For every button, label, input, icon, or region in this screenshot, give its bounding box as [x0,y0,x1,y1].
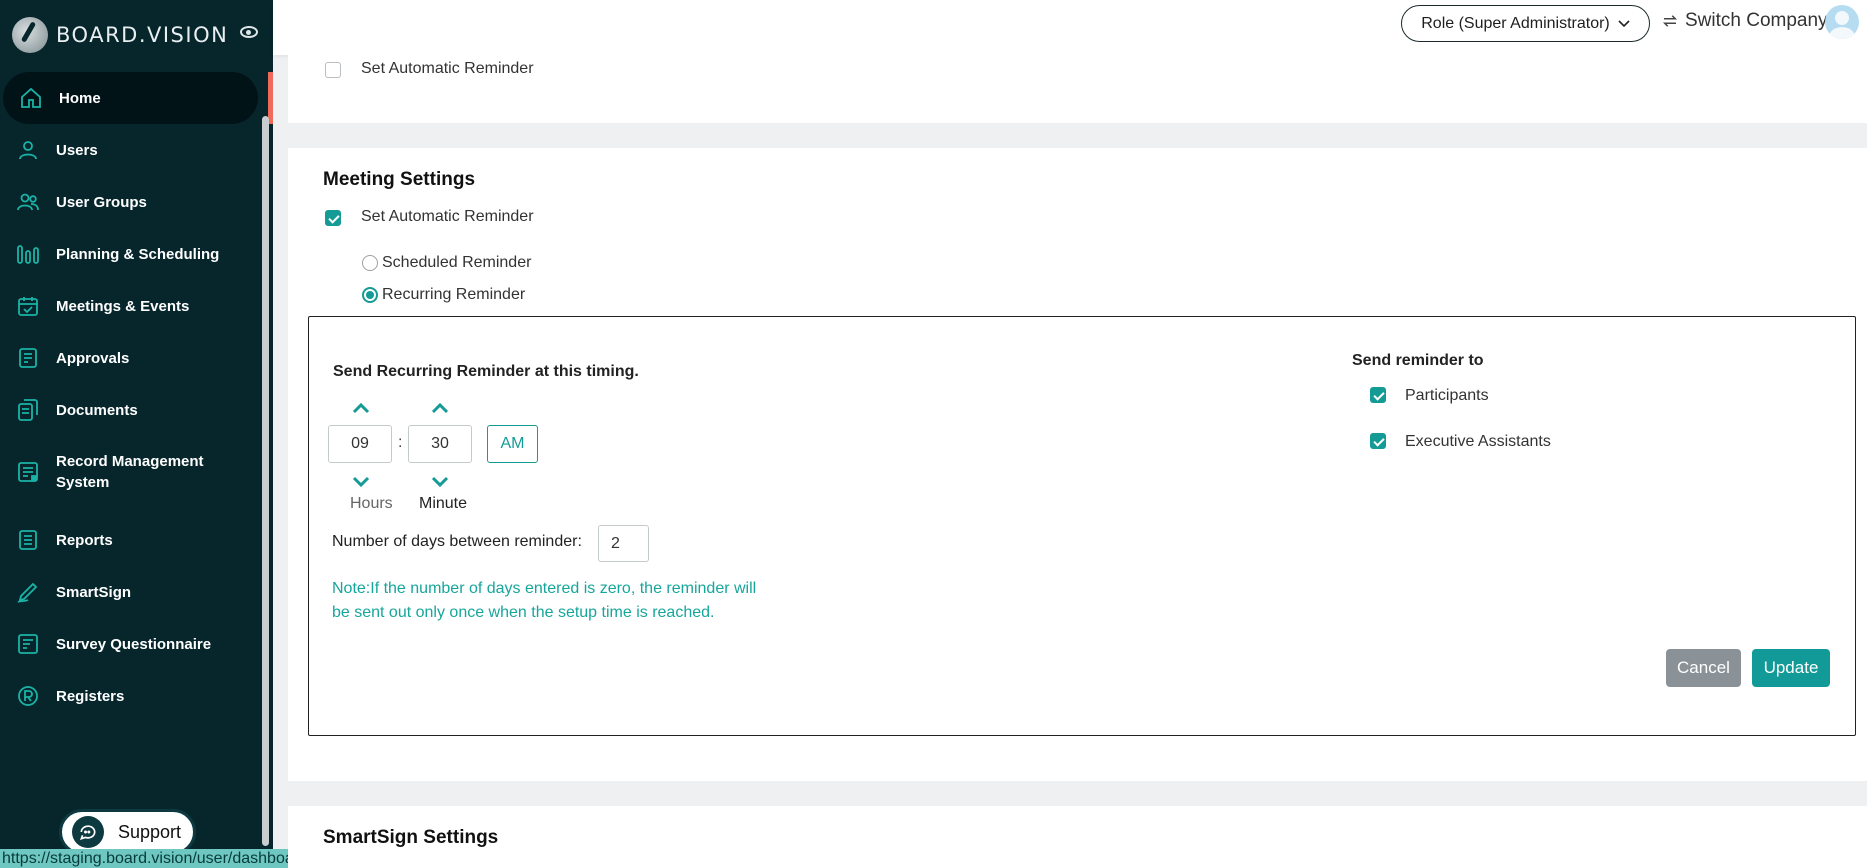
chat-bubble-icon [72,816,104,848]
top-reminder-label: Set Automatic Reminder [361,60,534,77]
meeting-reminder-checkbox[interactable] [325,210,341,226]
participants-label: Participants [1405,387,1489,404]
sidebar-item-reports[interactable]: Reports [0,514,262,566]
scheduled-reminder-label: Scheduled Reminder [382,254,532,271]
sidebar-item-label: Users [56,141,98,159]
minute-label: Minute [419,495,468,512]
days-between-label: Number of days between reminder: [332,533,582,550]
sidebar-nav: Home Users User Groups Planning & Schedu… [0,72,262,722]
switch-arrows-icon [1662,15,1678,27]
sidebar-item-smartsign[interactable]: SmartSign [0,566,262,618]
sidebar-item-planning[interactable]: Planning & Scheduling [0,228,262,280]
sidebar-item-home[interactable]: Home [3,72,258,124]
sidebar-item-label: Approvals [56,349,130,367]
hours-label: Hours [350,495,393,512]
send-reminder-to-title: Send reminder to [1352,352,1484,369]
sidebar-item-label: User Groups [56,193,147,211]
meeting-reminder-label: Set Automatic Reminder [361,208,534,225]
update-button[interactable]: Update [1752,649,1830,687]
minute-decrement-chevron-down-icon[interactable] [431,475,449,488]
sidebar-item-label: Planning & Scheduling [56,245,220,263]
sidebar-item-user-groups[interactable]: User Groups [0,176,262,228]
sidebar-item-label: Reports [56,531,113,549]
executive-assistants-label: Executive Assistants [1405,433,1551,450]
smartsign-settings-card: SmartSign Settings [288,806,1867,868]
sidebar-item-approvals[interactable]: Approvals [0,332,262,384]
active-indicator [268,72,273,124]
calendar-icon [16,294,40,318]
am-pm-toggle[interactable]: AM [487,425,538,463]
sidebar-item-label: Documents [56,401,138,419]
switch-company-label: Switch Company [1685,10,1828,31]
sidebar-item-label: SmartSign [56,583,132,601]
record-management-icon [16,460,40,484]
hours-increment-chevron-up-icon[interactable] [352,401,370,414]
scheduled-reminder-radio[interactable] [362,255,378,271]
sidebar-item-label: Meetings & Events [56,297,190,315]
meeting-settings-title: Meeting Settings [323,169,476,190]
smartsign-settings-title: SmartSign Settings [323,827,499,848]
home-icon [19,86,43,110]
minute-input[interactable]: 30 [408,425,472,463]
eye-toggle-icon[interactable] [240,26,258,38]
sidebar-item-label: Record Management System [56,453,204,491]
documents-icon [16,398,40,422]
sidebar-item-record-management[interactable]: Record Management System [0,436,262,508]
participants-checkbox[interactable] [1370,387,1386,403]
executive-assistants-checkbox[interactable] [1370,433,1386,449]
top-header: Role (Super Administrator) Switch Compan… [273,0,1867,55]
previous-settings-card: Set Automatic Reminder [288,55,1867,123]
days-between-input[interactable]: 2 [598,525,649,562]
avatar[interactable] [1825,5,1859,39]
user-group-icon [16,190,40,214]
smartsign-pen-icon [16,580,40,604]
sidebar-item-label: Home [59,89,101,107]
support-label: Support [118,821,182,842]
user-icon [16,138,40,162]
chevron-down-icon [1618,19,1630,27]
sidebar-item-registers[interactable]: Registers [0,670,262,722]
recurring-reminder-radio[interactable] [362,287,378,303]
registered-icon [16,684,40,708]
sidebar-item-label: Registers [56,687,125,705]
cancel-button[interactable]: Cancel [1666,649,1741,687]
sidebar: BOARD.VISION Home Users User Groups Plan… [0,0,419,868]
brand-name: BOARD.VISION [56,23,229,47]
hours-decrement-chevron-down-icon[interactable] [352,475,370,488]
sidebar-item-label: Survey Questionnaire [56,635,212,653]
brand-logo[interactable]: BOARD.VISION [12,16,228,54]
time-separator: : [398,434,403,451]
sidebar-item-survey[interactable]: Survey Questionnaire [0,618,262,670]
recurring-panel-title: Send Recurring Reminder at this timing. [333,363,639,380]
top-reminder-checkbox[interactable] [325,62,341,78]
recurring-reminder-label: Recurring Reminder [382,286,526,303]
planning-bars-icon [16,242,40,266]
board-vision-logo-icon [12,17,48,53]
survey-icon [16,632,40,656]
switch-company-button[interactable]: Switch Company [1661,10,1828,32]
sidebar-item-meetings[interactable]: Meetings & Events [0,280,262,332]
sidebar-scrollbar[interactable] [262,116,269,846]
recurring-reminder-panel: Send Recurring Reminder at this timing. … [308,316,1856,736]
sidebar-item-users[interactable]: Users [0,124,262,176]
reminder-note: Note:If the number of days entered is ze… [332,580,757,621]
minute-increment-chevron-up-icon[interactable] [431,401,449,414]
approval-doc-icon [16,346,40,370]
reports-icon [16,528,40,552]
role-dropdown[interactable]: Role (Super Administrator) [1401,5,1650,42]
role-label: Role (Super Administrator) [1421,14,1610,32]
sidebar-item-documents[interactable]: Documents [0,384,262,436]
hours-input[interactable]: 09 [328,425,392,463]
